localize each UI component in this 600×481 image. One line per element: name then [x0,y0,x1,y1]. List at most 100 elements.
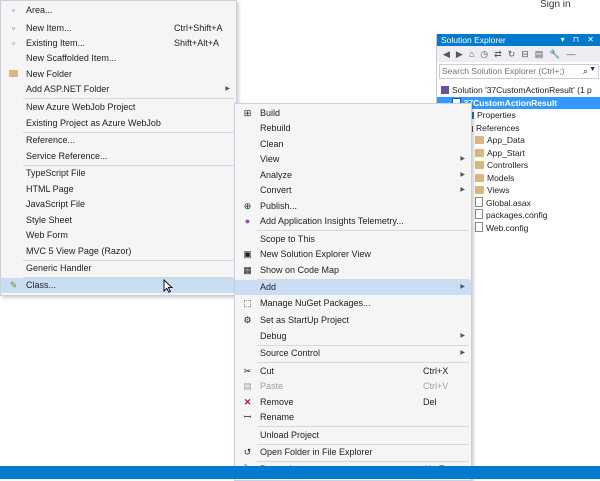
show-all-files-icon[interactable]: ▤ [535,49,544,60]
menu-item-debug[interactable]: Debug ▶ [235,329,471,344]
open-folder-icon: ↺ [243,447,252,457]
submenu-arrow-icon: ▶ [460,350,465,356]
solution-explorer-search[interactable]: ⌕ ▼ [439,64,599,79]
folder-icon [475,148,484,157]
menu-item-build[interactable]: ⊞ Build [235,106,471,121]
menu-item-source-control[interactable]: Source Control ▶ [235,346,471,361]
class-icon: ✎ [9,280,18,290]
file-icon [475,209,483,219]
menu-item-reference[interactable]: Reference... [1,133,236,148]
config-file-icon [475,221,483,232]
menu-item-scope-to-this[interactable]: Scope to This [235,232,471,247]
home-icon[interactable]: ⌂ [469,49,474,59]
mouse-cursor-icon [163,279,173,293]
menu-item-cut[interactable]: ✂ Cut Ctrl+X [235,364,471,379]
menu-item-new-item[interactable]: ▫ New Item... Ctrl+Shift+A [1,21,236,36]
menu-item-rename[interactable]: ꟷ Rename [235,410,471,425]
menu-item-existing-project-azure-webjob[interactable]: Existing Project as Azure WebJob [1,116,236,131]
menu-item-html-page[interactable]: HTML Page [1,182,236,197]
new-view-icon: ▣ [243,249,252,259]
collapse-all-icon[interactable]: ⊟ [521,49,529,60]
menu-item-new-folder[interactable]: New Folder [1,67,236,82]
menu-item-analyze[interactable]: Analyze ▶ [235,168,471,183]
menu-item-class[interactable]: ✎ Class... [1,278,236,293]
menu-separator [23,98,234,99]
build-icon: ⊞ [243,108,252,118]
menu-item-view[interactable]: View ▶ [235,152,471,167]
paste-icon: ▤ [243,381,252,391]
search-input[interactable] [440,65,572,76]
sync-icon[interactable]: ⇄ [494,49,502,60]
submenu-arrow-icon: ▶ [460,284,465,290]
menu-separator [257,230,469,231]
code-map-icon: ▦ [243,265,252,275]
gear-icon: ⚙ [243,315,252,325]
remove-x-icon: ✕ [243,397,252,407]
area-icon: ▫ [11,5,16,15]
menu-item-publish[interactable]: ⊕ Publish... [235,199,471,214]
sign-in-link[interactable]: Sign in [540,0,571,10]
menu-item-open-folder[interactable]: ↺ Open Folder in File Explorer [235,445,471,460]
menu-item-add[interactable]: Add ▶ [235,280,471,295]
menu-item-add-aspnet-folder[interactable]: Add ASP.NET Folder ▶ [1,82,236,97]
folder-icon [475,161,484,169]
folder-icon [475,173,484,182]
menu-item-show-on-code-map[interactable]: ▦ Show on Code Map [235,263,471,278]
history-icon[interactable]: ◷ [480,49,488,60]
properties-icon[interactable]: 🔧 [549,49,560,60]
solution-explorer-toolbar: ◀ ▶ ⌂ ◷ ⇄ ↻ ⊟ ▤ 🔧 — [437,46,600,62]
preview-icon[interactable]: — [567,49,576,59]
menu-item-add-app-insights[interactable]: ● Add Application Insights Telemetry... [235,214,471,229]
menu-item-javascript-file[interactable]: JavaScript File [1,197,236,212]
back-icon[interactable]: ◀ [443,49,450,60]
menu-item-rebuild[interactable]: Rebuild [235,121,471,136]
menu-item-style-sheet[interactable]: Style Sheet [1,213,236,228]
existing-item-icon: ▫ [11,38,16,48]
nuget-icon: ⬚ [243,298,252,308]
submenu-arrow-icon: ▶ [225,86,230,92]
status-bar [0,466,600,479]
menu-item-new-solution-explorer-view[interactable]: ▣ New Solution Explorer View [235,247,471,262]
menu-separator [257,426,469,427]
menu-item-unload-project[interactable]: Unload Project [235,428,471,443]
menu-item-manage-nuget[interactable]: ⬚ Manage NuGet Packages... [235,296,471,311]
submenu-arrow-icon: ▶ [460,172,465,178]
menu-item-convert[interactable]: Convert ▶ [235,183,471,198]
submenu-arrow-icon: ▶ [460,187,465,193]
menu-item-new-scaffolded-item[interactable]: New Scaffolded Item... [1,51,236,66]
add-submenu: ▫ Area... ▫ New Item... Ctrl+Shift+A ▫ Exist… [0,0,237,296]
menu-item-remove[interactable]: ✕ Remove Del [235,395,471,410]
folder-icon [475,186,484,194]
menu-item-clean[interactable]: Clean [235,137,471,152]
file-icon [475,196,483,207]
refresh-icon[interactable]: ↻ [508,49,516,60]
publish-icon: ⊕ [243,201,252,211]
menu-item-new-azure-webjob-project[interactable]: New Azure WebJob Project [1,100,236,115]
solution-icon [441,86,449,94]
menu-item-set-startup[interactable]: ⚙ Set as StartUp Project [235,313,471,328]
menu-item-existing-item[interactable]: ▫ Existing Item... Shift+Alt+A [1,36,236,51]
rename-icon: ꟷ [243,412,252,422]
lightbulb-icon: ● [244,216,251,226]
tree-node-solution[interactable]: Solution '37CustomActionResult' (1 p [437,84,600,97]
submenu-arrow-icon: ▶ [460,156,465,162]
forward-icon[interactable]: ▶ [456,49,463,60]
scissors-icon: ✂ [243,366,252,376]
new-item-icon: ▫ [11,23,16,33]
menu-item-mvc5-view-page[interactable]: MVC 5 View Page (Razor) [1,244,236,259]
folder-icon [8,69,19,80]
menu-item-generic-handler[interactable]: Generic Handler [1,261,236,276]
solution-explorer-title-bar: Solution Explorer ▾ ⊓ ✕ [437,34,600,46]
pane-window-buttons[interactable]: ▾ ⊓ ✕ [561,34,597,46]
menu-item-service-reference[interactable]: Service Reference... [1,149,236,164]
menu-item-typescript-file[interactable]: TypeScript File [1,166,236,181]
folder-icon [475,136,484,144]
menu-item-area[interactable]: ▫ Area... [1,3,236,18]
menu-item-paste: ▤ Paste Ctrl+V [243,381,449,391]
menu-item-web-form[interactable]: Web Form [1,228,236,243]
menu-separator [257,362,469,363]
submenu-arrow-icon: ▶ [460,333,465,339]
chevron-down-icon[interactable]: ▼ [589,66,596,73]
solution-explorer-title: Solution Explorer [441,35,506,45]
search-icon[interactable]: ⌕ [583,66,588,77]
